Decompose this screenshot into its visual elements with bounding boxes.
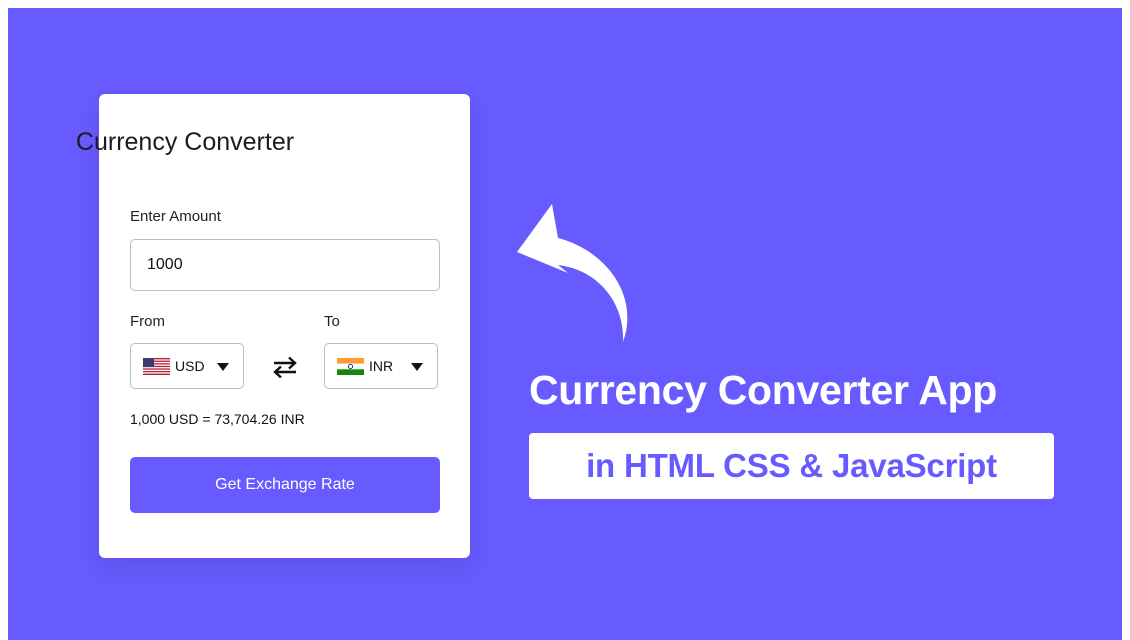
- card-title: Currency Converter: [75, 128, 295, 156]
- swap-arrows-icon[interactable]: [272, 356, 298, 378]
- amount-input[interactable]: [130, 239, 440, 291]
- amount-label: Enter Amount: [130, 208, 221, 225]
- curved-arrow-icon: [517, 204, 628, 342]
- banner-subtitle: in HTML CSS & JavaScript: [586, 447, 997, 484]
- chevron-down-icon: [217, 363, 229, 371]
- us-flag-icon: [143, 357, 170, 375]
- chevron-down-icon: [411, 363, 423, 371]
- from-currency-select[interactable]: USD: [130, 343, 244, 389]
- banner-subtitle-box: in HTML CSS & JavaScript: [529, 433, 1054, 499]
- from-label: From: [130, 313, 165, 330]
- exchange-rate-result: 1,000 USD = 73,704.26 INR: [130, 411, 305, 427]
- to-currency-code: INR: [369, 358, 394, 374]
- from-currency-code: USD: [175, 358, 205, 374]
- banner-headline: Currency Converter App: [529, 367, 998, 413]
- to-currency-select[interactable]: INR: [324, 343, 438, 389]
- to-label: To: [324, 313, 340, 330]
- india-flag-icon: [337, 357, 364, 375]
- get-exchange-rate-button[interactable]: Get Exchange Rate: [130, 457, 440, 513]
